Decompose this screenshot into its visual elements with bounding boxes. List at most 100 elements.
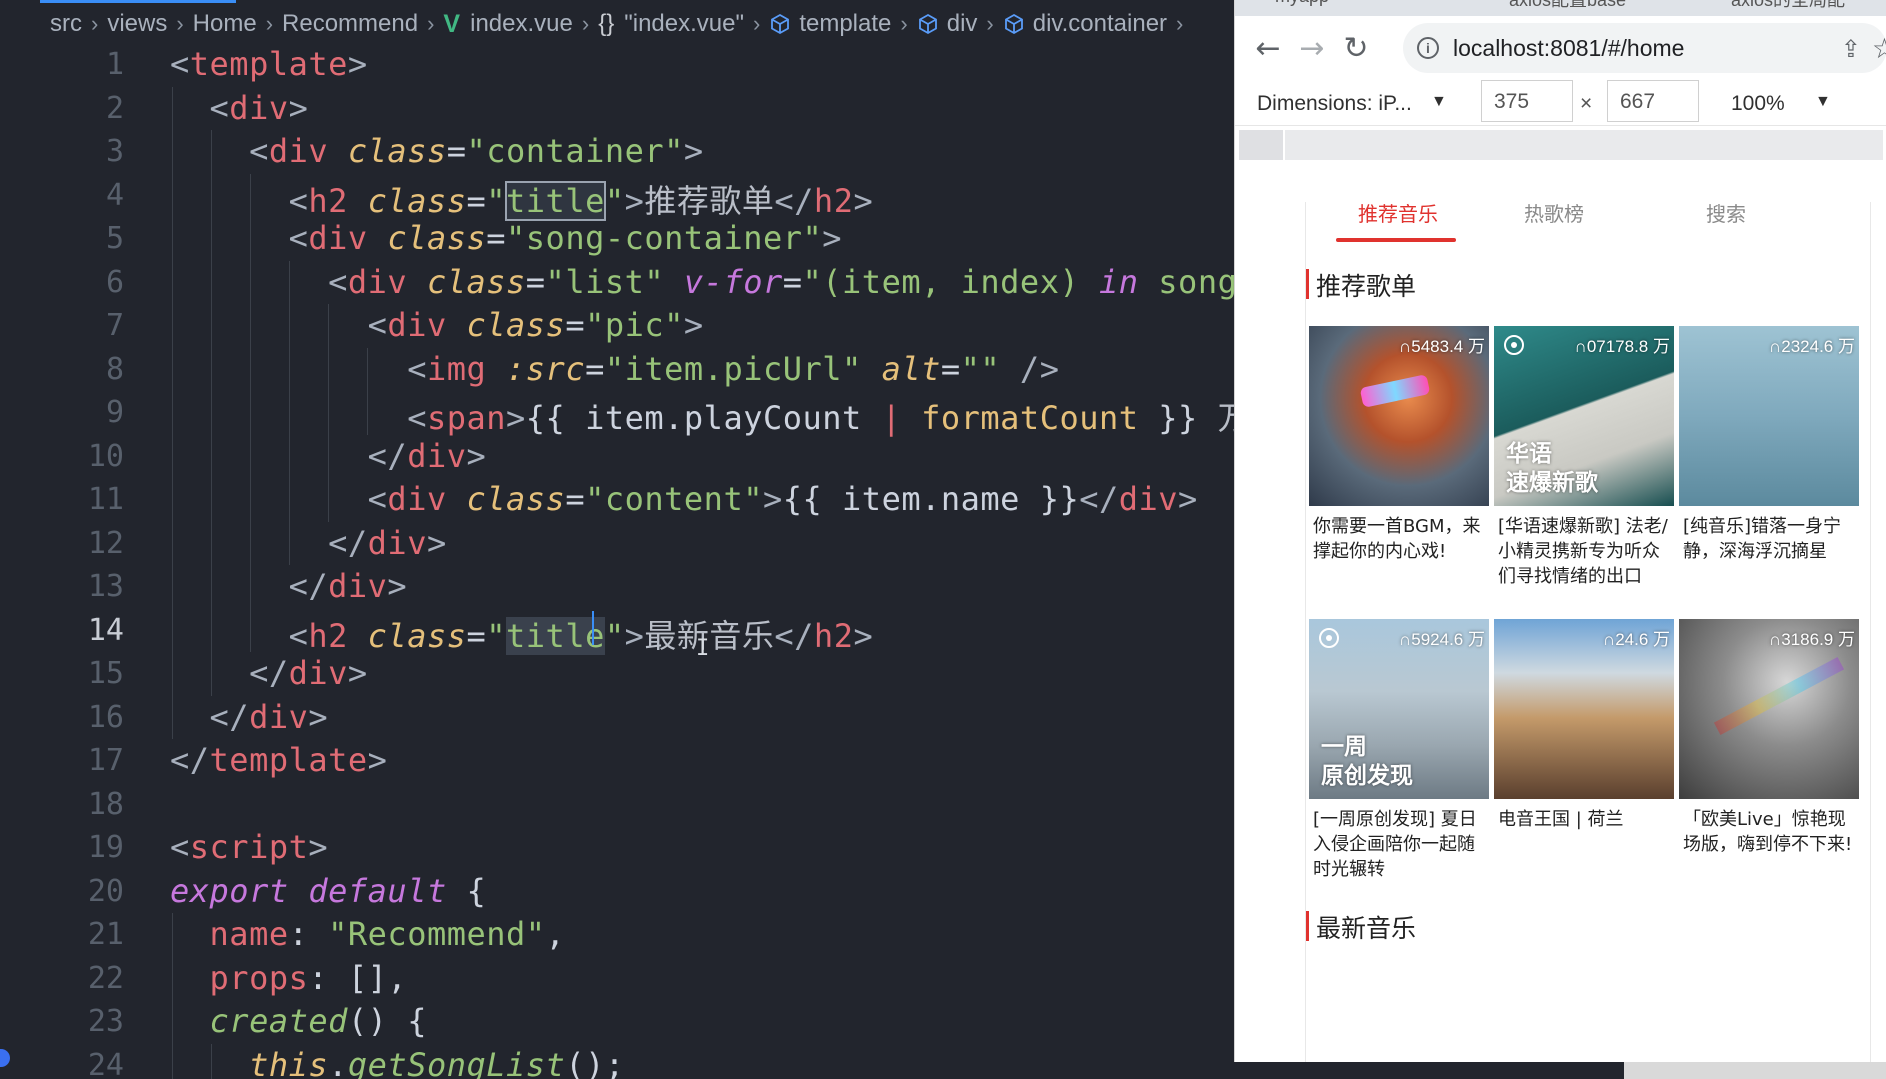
code-line[interactable]: 6 <div class="list" v-for="(item, index)… [0,260,1234,304]
code-line[interactable]: 21 name: "Recommend", [0,913,1234,957]
code-line[interactable]: 19 <script> [0,826,1234,870]
code-line[interactable]: 12 </div> [0,521,1234,565]
playlist-name[interactable]: 「欧美Live」惊艳现场版，嗨到停不下来! [1679,807,1855,857]
line-number: 10 [87,438,124,474]
playlist-name[interactable]: [华语速爆新歌] 法老/小精灵携新专为听众们寻找情绪的出口 [1494,514,1670,589]
height-input[interactable]: 667 [1607,80,1699,122]
code-line[interactable]: 1 <template> [0,43,1234,87]
code-line[interactable]: 3 <div class="container"> [0,130,1234,174]
code-line[interactable]: 16 </div> [0,695,1234,739]
playlist-cover[interactable]: ∩5483.4 万 [1309,326,1489,506]
playlist-card[interactable]: 一周 原创发现 ∩5924.6 万 [一周原创发现] 夏日入侵企画陪你一起随时光… [1309,619,1489,882]
bookmark-star-icon[interactable]: ☆ [1872,32,1886,65]
code-line[interactable]: 8 <img :src="item.picUrl" alt="" /> [0,347,1234,391]
code-lines[interactable]: 1 <template> 2 <div> 3 <div class="contai… [0,43,1234,1079]
reload-icon[interactable]: ↻ [1335,27,1377,69]
code-line[interactable]: 4 <h2 class="title">推荐歌单</h2> [0,173,1234,221]
code-line[interactable]: 24 this.getSongList(); [0,1043,1234,1079]
text-cursor [592,611,594,645]
symbol-cube-icon [918,13,937,35]
playlist-cover[interactable]: ∩24.6 万 [1494,619,1674,799]
playlist-card[interactable]: ∩3186.9 万 「欧美Live」惊艳现场版，嗨到停不下来! [1679,619,1859,857]
code-line[interactable]: 15 </div> [0,652,1234,696]
code-line[interactable]: 13 </div> [0,565,1234,609]
code-line[interactable]: 22 props: [], [0,956,1234,1000]
line-number: 6 [105,264,124,300]
width-input[interactable]: 375 [1481,80,1573,122]
breadcrumb-item-file[interactable]: index.vue [470,10,573,38]
tab-search[interactable]: 搜索 [1706,202,1746,227]
breadcrumb-item-src[interactable]: src [50,10,82,38]
playlist-name[interactable]: [纯音乐]错落一身宁静，深海浮沉摘星 [1679,514,1855,564]
tab-recommend[interactable]: 推荐音乐 [1358,202,1438,227]
zoom-select[interactable]: 100% [1731,92,1785,116]
line-number: 9 [105,395,124,430]
breadcrumb-item-module[interactable]: "index.vue" [624,10,744,38]
playlist-card[interactable]: ∩2324.6 万 [纯音乐]错落一身宁静，深海浮沉摘星 [1679,326,1859,564]
code-line[interactable]: 9 <span>{{ item.playCount | formatCount … [0,391,1234,437]
active-tab-indicator [40,0,236,3]
chevron-right-icon: › [1176,11,1184,36]
breadcrumb-item-container[interactable]: div.container [1033,10,1167,38]
media-query-ruler[interactable] [1239,130,1883,160]
code-line[interactable]: 2 <div> [0,86,1234,130]
code-line[interactable]: 20 export default { [0,870,1234,914]
forward-arrow-icon[interactable]: → [1291,27,1333,69]
browser-tab[interactable]: myapp [1275,0,1415,16]
cover-overlay-text: 华语 速爆新歌 [1506,441,1598,496]
code-text: <h2 class="title">推荐歌单</h2> [288,180,874,221]
tab-hot[interactable]: 热歌榜 [1524,202,1584,227]
code-text: <img :src="item.picUrl" alt="" /> [407,349,1060,388]
line-number: 23 [87,1004,124,1039]
line-number: 4 [105,177,124,213]
breadcrumb-item-views[interactable]: views [107,10,167,38]
address-bar[interactable]: i localhost:8081/#/home ⇪ ☆ [1403,23,1886,73]
chevron-right-icon: › [753,11,761,36]
code-text: name: "Recommend", [209,915,566,953]
chevron-right-icon: › [265,11,274,36]
section-accent-bar [1306,911,1309,941]
dropdown-arrow-icon[interactable]: ▼ [1815,93,1831,111]
code-line[interactable]: 18 [0,783,1234,827]
code-editor[interactable]: src › views › Home › Recommend › V index… [0,0,1234,1079]
share-icon[interactable]: ⇪ [1841,35,1861,63]
back-arrow-icon[interactable]: ← [1247,27,1289,69]
dimensions-select[interactable]: Dimensions: iP... [1257,92,1412,116]
media-query-ruler-segment[interactable] [1239,130,1285,160]
code-line[interactable]: 17 </template> [0,739,1234,783]
url-text[interactable]: localhost:8081/#/home [1453,35,1684,62]
code-line[interactable]: 7 <div class="pic"> [0,304,1234,348]
playlist-name[interactable]: [一周原创发现] 夏日入侵企画陪你一起随时光辗转 [1309,807,1485,882]
browser-tab[interactable]: axios配置base [1483,0,1645,16]
breadcrumb-item-div[interactable]: div [947,10,978,38]
playlist-cover[interactable]: 一周 原创发现 ∩5924.6 万 [1309,619,1489,799]
playlist-card[interactable]: ∩24.6 万 电音王国 | 荷兰 [1494,619,1674,832]
code-line[interactable]: 11 <div class="content">{{ item.name }}<… [0,478,1234,522]
ibeam-cursor-icon: I [696,636,710,661]
play-count: ∩5483.4 万 [1399,337,1485,356]
breadcrumb-item-home[interactable]: Home [193,10,257,38]
dropdown-arrow-icon[interactable]: ▼ [1431,93,1447,111]
browser-tab[interactable]: axios的全局配 [1705,0,1885,16]
playlist-cover[interactable]: ∩3186.9 万 [1679,619,1859,799]
code-line[interactable]: 10 </div> [0,434,1234,478]
code-line[interactable]: 23 created() { [0,1000,1234,1044]
play-count: ∩5924.6 万 [1399,630,1485,649]
playlist-cover[interactable]: 华语 速爆新歌 ∩07178.8 万 [1494,326,1674,506]
playlist-cover[interactable]: ∩2324.6 万 [1679,326,1859,506]
playlist-name[interactable]: 电音王国 | 荷兰 [1494,807,1670,832]
chevron-right-icon: › [91,11,99,36]
chevron-right-icon: › [581,11,590,36]
code-line-active[interactable]: 14 <h2 class="title">最新音乐</h2> [0,608,1234,655]
code-text: <span>{{ item.playCount | formatCount }}… [407,399,1234,437]
breadcrumb-item-recommend[interactable]: Recommend [282,10,418,38]
playlist-card[interactable]: ∩5483.4 万 你需要一首BGM，来撑起你的内心戏! [1309,326,1489,564]
breadcrumb-item-template[interactable]: template [799,10,891,38]
site-info-icon[interactable]: i [1417,37,1439,59]
code-line[interactable]: 5 <div class="song-container"> [0,217,1234,261]
section-title-newsong: 最新音乐 [1306,909,1870,945]
code-text: </div> [328,523,447,562]
line-number: 20 [87,873,124,909]
playlist-card[interactable]: 华语 速爆新歌 ∩07178.8 万 [华语速爆新歌] 法老/小精灵携新专为听众… [1494,326,1674,589]
playlist-name[interactable]: 你需要一首BGM，来撑起你的内心戏! [1309,514,1485,564]
